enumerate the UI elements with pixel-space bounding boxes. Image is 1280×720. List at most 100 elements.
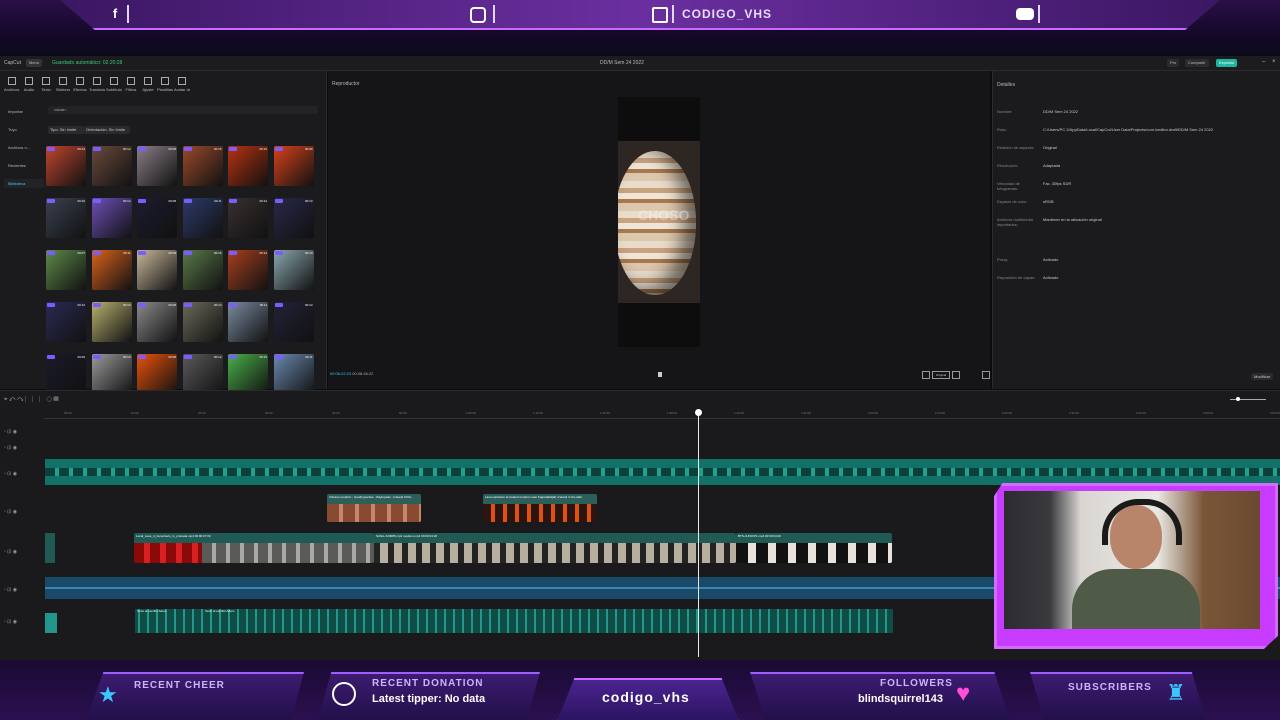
fullscreen-icon[interactable] [982, 371, 990, 379]
tool-9[interactable]: Plantillas [157, 75, 173, 95]
media-thumbnail[interactable]: 00:15 [228, 354, 268, 394]
voice-track[interactable]: Texto al escribir Adam Texto al escribir… [45, 609, 893, 633]
track-controls[interactable]: ▫ ⊡ ◉ [4, 471, 48, 477]
tool-icon [93, 77, 101, 85]
media-thumbnail[interactable]: 00:16 [182, 250, 223, 290]
media-thumbnail[interactable]: 00:10 [91, 354, 132, 394]
sidebar-item[interactable]: Archivos n... [4, 143, 44, 152]
media-thumbnail[interactable]: 00:12 [228, 250, 268, 290]
tool-2[interactable]: Texto [38, 75, 54, 95]
media-thumbnail[interactable]: 00:10 [273, 198, 314, 238]
media-thumbnail[interactable]: 00:09 [273, 146, 314, 186]
close-icon[interactable]: × [1272, 59, 1276, 65]
media-thumbnail[interactable]: 00:11 [91, 250, 132, 290]
tool-5[interactable]: Transiciones [89, 75, 105, 95]
media-thumbnail[interactable]: 00:14 [91, 198, 132, 238]
search-input[interactable]: volcán [48, 106, 318, 114]
track-controls[interactable]: ▫ ⊡ ◉ [4, 587, 48, 593]
minimize-icon[interactable]: – [1262, 59, 1265, 65]
media-thumbnail[interactable]: 00:07 [46, 250, 86, 290]
thumbnail-duration: 00:11 [214, 199, 222, 203]
media-thumbnail[interactable]: 00:12 [228, 198, 268, 238]
media-thumbnail[interactable]: 00:12 [182, 354, 223, 394]
track-controls[interactable]: ▫ ⊡ ◉ [4, 429, 48, 435]
media-thumbnail[interactable]: 00:09 [137, 250, 177, 290]
sidebar-item[interactable]: Recientes [4, 161, 44, 170]
pause-icon[interactable] [658, 372, 662, 377]
tool-4[interactable]: Efectos [72, 75, 88, 95]
overlay-clip[interactable]: Lava explosion at iceland eruption near … [483, 494, 597, 522]
crop-icon[interactable] [952, 371, 960, 379]
new-tag-icon [183, 355, 192, 359]
tool-6[interactable]: Subtítulos [106, 75, 122, 95]
tool-10[interactable]: Avatar de IA [174, 75, 190, 95]
media-thumbnail[interactable]: 00:10 [91, 302, 132, 342]
new-tag-icon [92, 355, 101, 359]
media-thumbnail[interactable]: 00:12 [91, 146, 132, 186]
tool-8[interactable]: Ajuste [140, 75, 156, 95]
media-thumbnail[interactable]: 00:10 [273, 250, 314, 290]
tool-0[interactable]: Archivos multimedia [4, 75, 20, 95]
tool-icon [127, 77, 135, 85]
new-tag-icon [92, 251, 101, 255]
track-controls[interactable]: ▫ ⊡ ◉ [4, 445, 48, 451]
type-filter[interactable]: Tipo: Sin límite [48, 126, 84, 134]
media-thumbnail[interactable]: 00:11 [182, 198, 223, 238]
main-video-clip[interactable]: Local_Lava_4_tramofuelo_in_probada.mp4 0… [134, 533, 374, 563]
media-thumbnail[interactable]: 00:09 [46, 354, 86, 394]
thumbnail-duration: 00:10 [122, 303, 131, 307]
sidebar-item[interactable]: Biblioteca [4, 179, 44, 188]
new-tag-icon [183, 251, 192, 255]
trophy-icon: ♜ [1166, 680, 1186, 705]
media-thumbnail[interactable]: 00:10 [228, 146, 268, 186]
caption-track[interactable] [45, 459, 1280, 485]
track-controls[interactable]: ▫ ⊡ ◉ [4, 509, 48, 515]
main-video-clip[interactable]: BTS-JUNO/P1.mp4 00:00:04:20 [736, 533, 892, 563]
track-controls[interactable]: ▫ ⊡ ◉ [4, 549, 48, 555]
media-thumbnail[interactable]: 00:08 [137, 198, 177, 238]
ratio-button[interactable]: Original [932, 371, 950, 379]
thumbnail-duration: 00:08 [168, 199, 176, 203]
fit-icon[interactable] [922, 371, 930, 379]
media-thumbnail[interactable]: 00:08 [137, 302, 177, 342]
zoom-slider[interactable] [1130, 397, 1270, 403]
detail-key: Resolución: [997, 163, 1018, 168]
video-preview: CHOSO [618, 97, 700, 347]
detail-key: Archivos multimedia importados: [997, 217, 1033, 227]
media-thumbnail[interactable]: 00:08 [137, 146, 177, 186]
media-thumbnail[interactable]: 00:14 [182, 302, 223, 342]
overlay-clip[interactable]: Volcano eruption - Geothypuebes - Rayley… [327, 494, 421, 522]
media-thumbnail[interactable]: 00:08 [137, 354, 177, 394]
sidebar-item[interactable]: Tuyo [4, 125, 44, 134]
orientation-filter[interactable]: Orientación: Sin límite [84, 126, 130, 134]
share-button[interactable]: Compartir [1185, 59, 1209, 67]
export-button[interactable]: Exportar [1216, 59, 1238, 67]
sidebar-item[interactable]: Importar [4, 107, 44, 116]
media-thumbnail[interactable]: 00:12 [46, 146, 86, 186]
detail-key: Velocidad de fotogramas: [997, 181, 1020, 191]
main-video-clip[interactable]: NASA-JU0085.mp4 medium.mp4 00:00:04:20 [374, 533, 736, 563]
modify-button[interactable]: Modificar [1251, 373, 1274, 380]
media-thumbnail[interactable]: 00:11 [228, 302, 268, 342]
new-tag-icon [229, 251, 237, 255]
ruler-tick: 2:30:00 [1069, 411, 1080, 415]
media-thumbnail[interactable]: 00:15 [182, 146, 223, 186]
track-controls[interactable]: ▫ ⊡ ◉ [4, 619, 48, 625]
time-ruler[interactable]: 00:00 10:00 20:00 30:00 40:00 50:00 1:00:00 1:1… [44, 410, 1280, 419]
playhead[interactable] [695, 409, 702, 657]
pro-button[interactable]: Pro [1167, 59, 1180, 67]
tool-3[interactable]: Stickers [55, 75, 71, 95]
tool-label: Avatar de IA [174, 87, 190, 92]
autosave-status: Guardado automático: 02:20:28 [52, 60, 123, 66]
detail-value: Mantener en la ubicación original [1043, 217, 1102, 222]
tool-7[interactable]: Filtros [123, 75, 139, 95]
tool-1[interactable]: Audio [21, 75, 37, 95]
main-video-clip[interactable] [45, 533, 55, 563]
media-thumbnail[interactable]: 00:10 [46, 198, 86, 238]
media-thumbnail[interactable]: 00:12 [46, 302, 86, 342]
menu-button[interactable]: Menú [26, 59, 43, 67]
media-thumbnail[interactable]: 00:13 [273, 302, 314, 342]
media-thumbnail[interactable]: 00:11 [273, 354, 314, 394]
tool-icon [110, 77, 118, 85]
tool-label: Audio [23, 87, 35, 92]
